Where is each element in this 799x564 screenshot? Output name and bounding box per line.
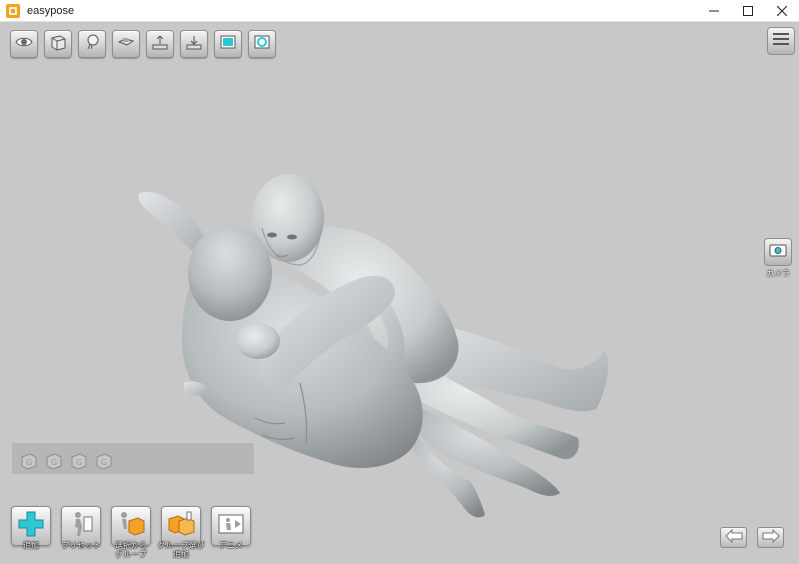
light-button[interactable]: [78, 30, 106, 58]
arrow-left-icon: [724, 528, 743, 547]
cube-icon: G: [46, 453, 62, 470]
preset-button[interactable]: [61, 506, 101, 546]
maximize-button[interactable]: [731, 0, 765, 22]
undo-button[interactable]: [720, 527, 747, 548]
svg-text:G: G: [51, 458, 57, 467]
3d-viewport[interactable]: カメラ G G G G 追加 プリセット 選択から グループ グループ選び 追加…: [0, 23, 799, 564]
toggle-view-button[interactable]: [10, 30, 38, 58]
cube-icon: G: [96, 453, 112, 470]
minimize-button[interactable]: [697, 0, 731, 22]
make-group-button[interactable]: [111, 506, 151, 546]
close-button[interactable]: [765, 0, 799, 22]
floor-icon: [116, 32, 136, 56]
import-button[interactable]: [180, 30, 208, 58]
export-icon: [150, 32, 170, 56]
svg-text:G: G: [26, 458, 32, 467]
background-button[interactable]: [214, 30, 242, 58]
title-bar: easypose: [0, 0, 799, 22]
group-load-icon: [166, 509, 196, 543]
plus-cross-icon: [16, 509, 46, 543]
group-slot-4[interactable]: G: [95, 452, 113, 470]
svg-text:G: G: [76, 458, 82, 467]
add-model-button[interactable]: [11, 506, 51, 546]
eye-icon: [14, 32, 34, 56]
group-tray: G G G G: [12, 443, 254, 474]
menu-button[interactable]: [767, 27, 795, 55]
floor-button[interactable]: [112, 30, 140, 58]
app-icon: [6, 3, 20, 18]
svg-text:G: G: [101, 458, 107, 467]
film-animation-icon: [216, 509, 246, 543]
export-button[interactable]: [146, 30, 174, 58]
hamburger-menu-icon: [771, 30, 791, 52]
animation-label: アニメ: [219, 541, 243, 550]
background-icon: [218, 32, 238, 56]
animation-button[interactable]: [211, 506, 251, 546]
cube-icon: G: [71, 453, 87, 470]
camera-button[interactable]: [764, 238, 792, 266]
cube-view-button[interactable]: [44, 30, 72, 58]
group-slot-1[interactable]: G: [20, 452, 38, 470]
group-slot-2[interactable]: G: [45, 452, 63, 470]
cube-icon: [48, 32, 68, 56]
group-save-icon: [116, 509, 146, 543]
group-slot-3[interactable]: G: [70, 452, 88, 470]
pose-figures[interactable]: [0, 23, 799, 564]
select-group-button[interactable]: [161, 506, 201, 546]
light-bulb-icon: [82, 32, 102, 56]
camera-label: カメラ: [766, 269, 790, 278]
figure-preset-icon: [66, 509, 96, 543]
texture-button[interactable]: [248, 30, 276, 58]
redo-button[interactable]: [757, 527, 784, 548]
window-controls: [697, 0, 799, 22]
texture-icon: [252, 32, 272, 56]
window-title: easypose: [27, 4, 75, 17]
import-icon: [184, 32, 204, 56]
camera-icon: [768, 240, 788, 264]
arrow-right-icon: [762, 528, 780, 547]
cube-icon: G: [21, 453, 37, 470]
